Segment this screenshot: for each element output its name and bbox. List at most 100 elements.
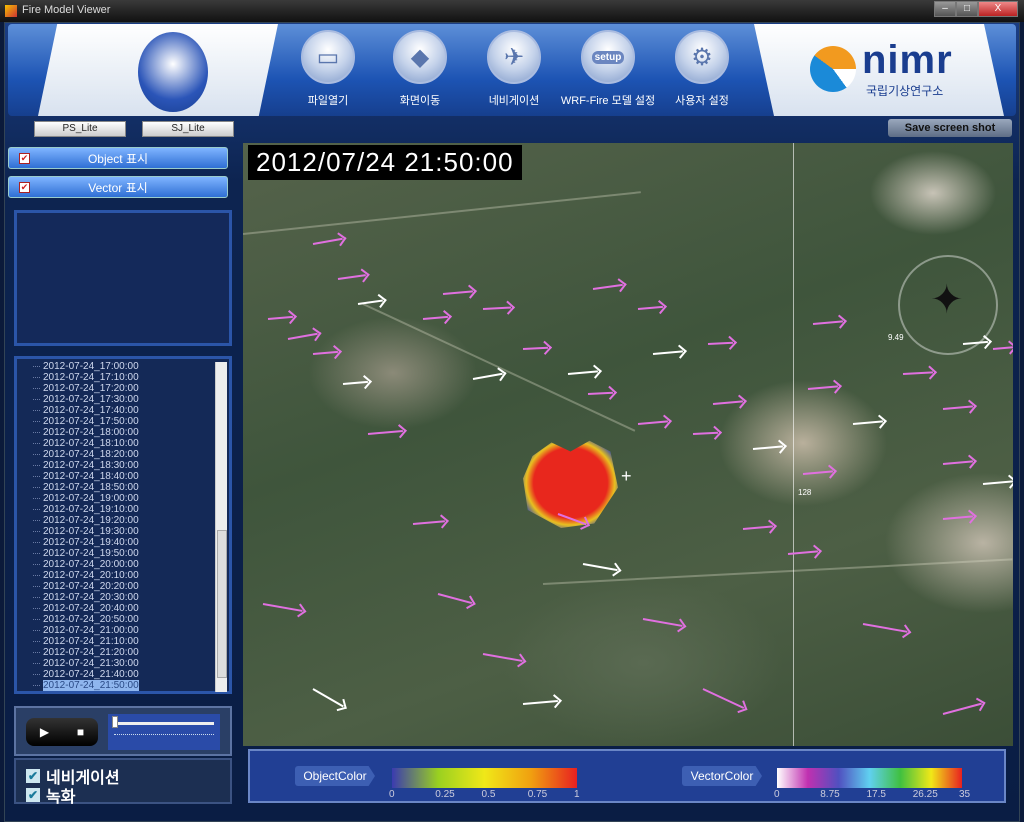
time-list-item[interactable]: 2012-07-24_21:20:00 (17, 647, 213, 658)
wind-vector-arrow (637, 420, 668, 425)
tool-pan[interactable]: ◆ 화면이동 (370, 30, 470, 108)
time-list-item[interactable]: 2012-07-24_21:40:00 (17, 669, 213, 680)
time-list-item[interactable]: 2012-07-24_18:00:00 (17, 427, 213, 438)
time-label: 2012-07-24_17:00:00 (43, 361, 139, 372)
minimize-button[interactable]: – (934, 1, 956, 17)
tool-navigation[interactable]: ✈ 네비게이션 (464, 30, 564, 108)
time-list-item[interactable]: 2012-07-24_17:10:00 (17, 372, 213, 383)
time-label: 2012-07-24_17:50:00 (43, 416, 139, 427)
scrollbar-thumb[interactable] (217, 530, 227, 678)
checkbox-checked-icon[interactable]: ✔ (26, 769, 40, 783)
tool-open-file[interactable]: ▭ 파일열기 (278, 30, 378, 108)
time-label: 2012-07-24_17:10:00 (43, 372, 139, 383)
time-list-item[interactable]: 2012-07-24_17:00:00 (17, 361, 213, 372)
marker-label: 128 (798, 488, 812, 497)
vector-display-toggle[interactable]: ✔ Vector 표시 (8, 176, 228, 198)
wind-vector-arrow (312, 688, 344, 708)
time-list-item[interactable]: 2012-07-24_21:30:00 (17, 658, 213, 669)
colorbar-tick-label: 26.25 (912, 789, 938, 800)
wind-vector-arrow (412, 520, 445, 525)
close-button[interactable]: X (978, 1, 1018, 17)
checkbox-checked-icon[interactable]: ✔ (19, 182, 30, 193)
slider-handle[interactable] (112, 716, 118, 728)
wind-vector-arrow (437, 593, 473, 605)
time-list-item[interactable]: 2012-07-24_17:30:00 (17, 394, 213, 405)
time-list-item[interactable]: 2012-07-24_18:40:00 (17, 471, 213, 482)
time-list-item[interactable]: 2012-07-24_19:50:00 (17, 548, 213, 559)
time-list-item[interactable]: 2012-07-24_18:50:00 (17, 482, 213, 493)
compass-value: 9.49 (888, 333, 904, 342)
terrain-3d-view[interactable]: ✦ 9.49 128 + 2012/07/24 21:50:00 (243, 143, 1013, 746)
tool-wrf-fire-setup[interactable]: setup WRF-Fire 모델 설정 (558, 30, 658, 108)
slider-ticks (114, 734, 214, 735)
wind-vector-arrow (902, 371, 934, 375)
sj-lite-button[interactable]: SJ_Lite (142, 121, 234, 137)
time-list-item[interactable]: 2012-07-24_20:50:00 (17, 614, 213, 625)
wind-vector-arrow (702, 688, 745, 709)
time-label: 2012-07-24_18:50:00 (43, 482, 139, 493)
colorbar-tick-label: 0 (774, 789, 780, 800)
wind-vector-arrow (367, 429, 403, 435)
time-list-item[interactable]: 2012-07-24_20:00:00 (17, 559, 213, 570)
play-button[interactable]: ▶ (40, 725, 49, 739)
window-title: Fire Model Viewer (22, 4, 111, 16)
stop-button[interactable]: ■ (77, 725, 84, 739)
time-list-item[interactable]: 2012-07-24_20:20:00 (17, 581, 213, 592)
time-list-item[interactable]: 2012-07-24_18:20:00 (17, 449, 213, 460)
time-list-item[interactable]: 2012-07-24_17:40:00 (17, 405, 213, 416)
wind-vector-arrow (342, 380, 368, 385)
object-display-toggle[interactable]: ✔ Object 표시 (8, 147, 228, 169)
time-list-item[interactable]: 2012-07-24_18:30:00 (17, 460, 213, 471)
wind-vector-arrow (587, 391, 614, 395)
tool-user-settings[interactable]: ⚙ 사용자 설정 (652, 30, 752, 108)
colorbar-tick-label: 0.5 (481, 789, 496, 800)
time-label: 2012-07-24_18:40:00 (43, 471, 139, 482)
wind-vector-arrow (852, 420, 883, 425)
maximize-button[interactable]: □ (956, 1, 978, 17)
list-scrollbar[interactable] (215, 362, 227, 692)
time-list-item[interactable]: 2012-07-24_21:10:00 (17, 636, 213, 647)
wind-vector-arrow (707, 341, 734, 345)
time-list-item[interactable]: 2012-07-24_18:10:00 (17, 438, 213, 449)
reference-line (793, 143, 794, 746)
time-label: 2012-07-24_17:40:00 (43, 405, 139, 416)
time-list-item[interactable]: 2012-07-24_20:30:00 (17, 592, 213, 603)
time-label: 2012-07-24_21:50:00 (43, 680, 139, 691)
time-list-item[interactable]: 2012-07-24_20:10:00 (17, 570, 213, 581)
nimr-logo-text: nimr (862, 38, 953, 82)
time-label: 2012-07-24_18:30:00 (43, 460, 139, 471)
time-list-item[interactable]: 2012-07-24_19:40:00 (17, 537, 213, 548)
time-label: 2012-07-24_19:00:00 (43, 493, 139, 504)
time-list-item[interactable]: 2012-07-24_19:20:00 (17, 515, 213, 526)
wind-vector-arrow (742, 525, 773, 530)
time-label: 2012-07-24_17:20:00 (43, 383, 139, 394)
time-slider[interactable] (108, 714, 220, 750)
checkbox-checked-icon[interactable]: ✔ (19, 153, 30, 164)
time-label: 2012-07-24_21:20:00 (43, 647, 139, 658)
time-label: 2012-07-24_21:30:00 (43, 658, 139, 669)
wind-vector-arrow (642, 618, 683, 627)
time-list-item[interactable]: 2012-07-24_19:30:00 (17, 526, 213, 537)
time-list-item[interactable]: 2012-07-24_17:20:00 (17, 383, 213, 394)
time-list-item[interactable]: 2012-07-24_19:10:00 (17, 504, 213, 515)
checkbox-checked-icon[interactable]: ✔ (26, 788, 40, 802)
wind-vector-arrow (992, 346, 1013, 350)
time-list-item[interactable]: 2012-07-24_21:00:00 (17, 625, 213, 636)
wind-vector-arrow (522, 346, 549, 350)
wind-vector-arrow (862, 623, 908, 633)
save-screenshot-button[interactable]: Save screen shot (888, 119, 1012, 137)
ps-lite-button[interactable]: PS_Lite (34, 121, 126, 137)
time-label: 2012-07-24_18:20:00 (43, 449, 139, 460)
record-checkbox[interactable]: ✔ 녹화 (26, 783, 75, 807)
time-list-item[interactable]: 2012-07-24_19:00:00 (17, 493, 213, 504)
time-list-item[interactable]: 2012-07-24_17:50:00 (17, 416, 213, 427)
time-label: 2012-07-24_18:00:00 (43, 427, 139, 438)
colorbar-tick-label: 35 (959, 789, 971, 800)
playback-buttons: ▶ ■ (26, 718, 98, 746)
crosshair-cursor-icon: + (621, 466, 632, 486)
time-list[interactable]: 2012-07-24_17:00:00 2012-07-24_17:10:00 20… (14, 356, 232, 694)
time-list-item[interactable]: 2012-07-24_20:40:00 (17, 603, 213, 614)
time-list-item[interactable]: 2012-07-24_21:50:00 (17, 680, 213, 691)
wind-vector-arrow (752, 445, 783, 450)
time-label: 2012-07-24_21:40:00 (43, 669, 139, 680)
